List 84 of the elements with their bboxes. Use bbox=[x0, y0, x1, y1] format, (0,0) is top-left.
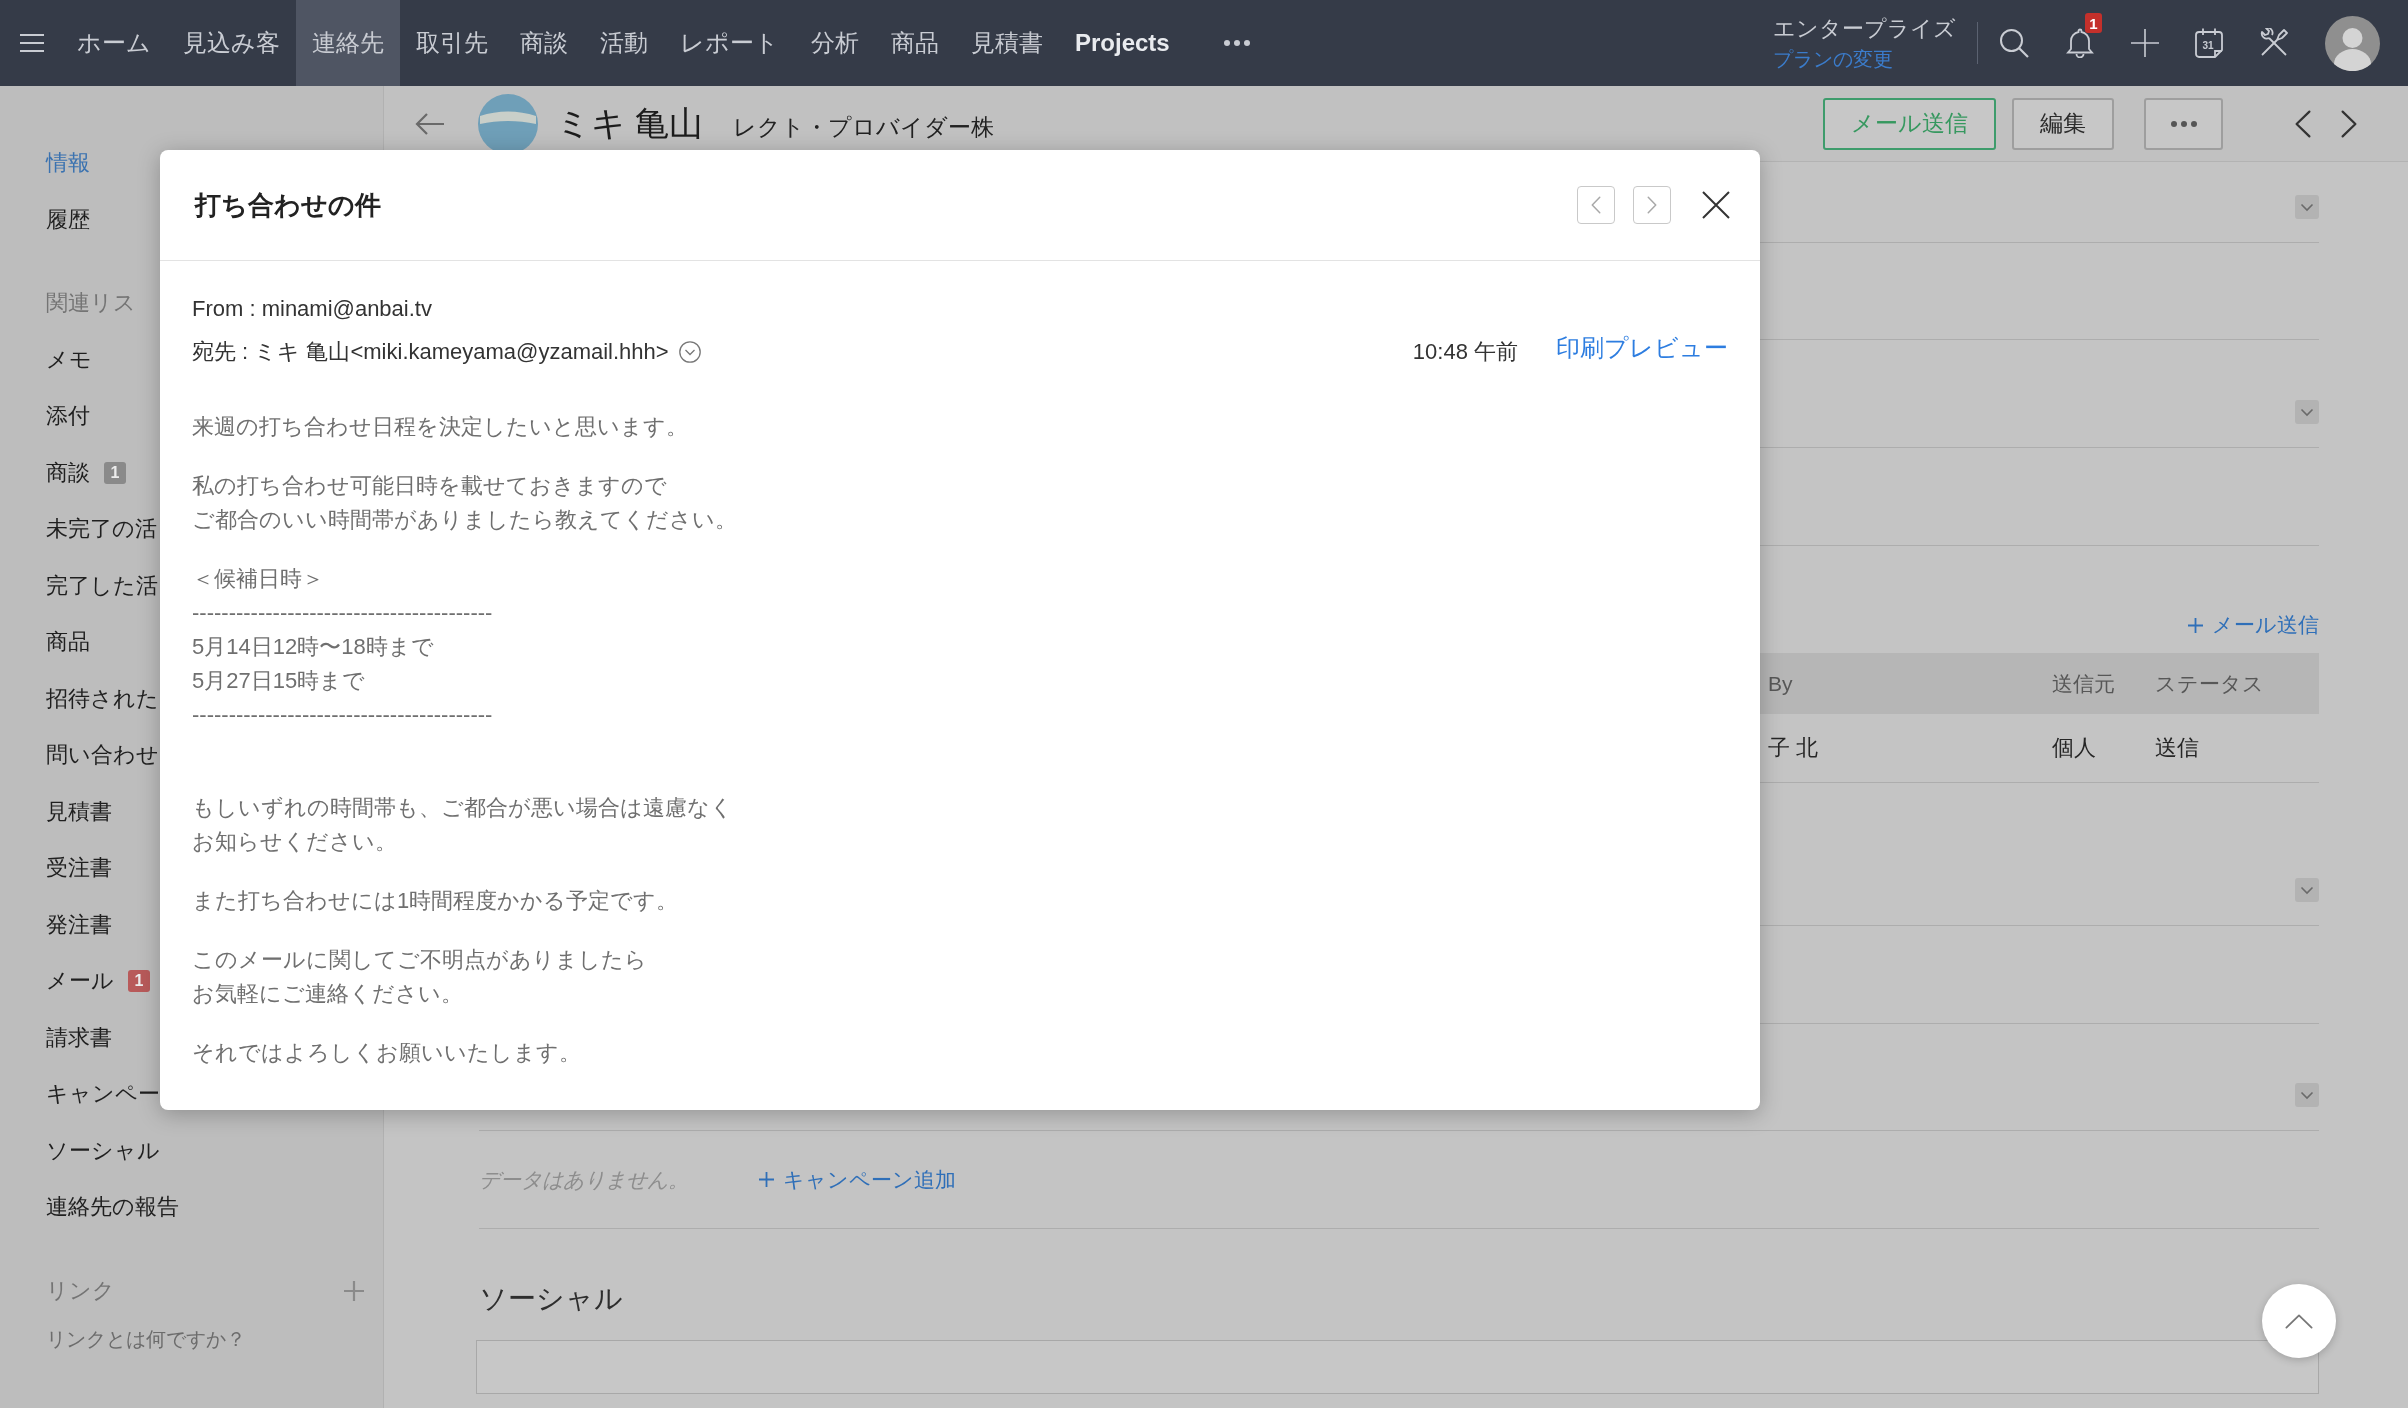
print-preview-link[interactable]: 印刷プレビュー bbox=[1556, 332, 1728, 364]
sidebar-link[interactable]: 連絡先の報告 bbox=[46, 1192, 179, 1223]
email-line: ご都合のいい時間帯がありましたら教えてください。 bbox=[192, 506, 737, 534]
edit-button[interactable]: 編集 bbox=[2012, 97, 2114, 150]
dialog-title: 打ち合わせの件 bbox=[195, 188, 381, 222]
nav-tab[interactable]: 商談 bbox=[504, 0, 584, 86]
section-heading: 関連リス bbox=[46, 289, 136, 318]
sidebar-link[interactable]: 発注書 bbox=[46, 909, 112, 940]
email-line: お気軽にご連絡ください。 bbox=[192, 980, 463, 1008]
sidebar-link[interactable]: 招待された bbox=[46, 683, 159, 714]
contact-avatar bbox=[478, 94, 538, 150]
sidebar-link[interactable]: ソーシャル bbox=[46, 1135, 160, 1166]
section-heading: リンク bbox=[46, 1276, 115, 1305]
nav-tab[interactable]: 商品 bbox=[875, 0, 955, 86]
calendar-icon[interactable]: 31 bbox=[2195, 28, 2223, 58]
menu-icon[interactable] bbox=[20, 34, 44, 52]
sidebar-link[interactable]: 請求書 bbox=[46, 1022, 112, 1053]
sent-time: 10:48 午前 bbox=[1412, 338, 1518, 366]
count-badge: 1 bbox=[104, 461, 126, 484]
search-icon[interactable] bbox=[1999, 28, 2029, 58]
email-line: また打ち合わせには1時間程度かかる予定です。 bbox=[192, 887, 679, 915]
nav-tab[interactable]: 活動 bbox=[584, 0, 664, 86]
chevron-left-icon[interactable] bbox=[2295, 109, 2311, 138]
plus-icon bbox=[2188, 617, 2203, 633]
nav-tab[interactable]: 見込み客 bbox=[167, 0, 296, 86]
edition-label: エンタープライズ bbox=[1773, 14, 1956, 43]
nav-tab[interactable]: 連絡先 bbox=[296, 0, 400, 86]
plus-icon[interactable] bbox=[2131, 29, 2159, 57]
plus-icon bbox=[759, 1172, 774, 1187]
sidebar-link[interactable]: 完了した活 bbox=[46, 570, 158, 601]
email-line: 私の打ち合わせ可能日時を載せておきますので bbox=[192, 472, 667, 500]
chevron-right-icon bbox=[1647, 196, 1657, 214]
more-button[interactable] bbox=[2144, 97, 2223, 150]
nav-tab[interactable]: 取引先 bbox=[400, 0, 504, 86]
sender-text: From : minami@anbai.tv bbox=[192, 295, 432, 323]
table-cell-text: 送信 bbox=[2155, 734, 2199, 762]
recipient-text: 宛先 : ミキ 亀山<miki.kameyama@yzamail.hhh> bbox=[192, 338, 669, 366]
count-badge: 1 bbox=[128, 970, 150, 993]
more-icon[interactable] bbox=[1223, 40, 1250, 46]
tools-icon[interactable] bbox=[2259, 28, 2289, 58]
email-line: このメールに関してご不明点がありましたら bbox=[192, 946, 647, 974]
account-name: レクト・プロバイダー株 bbox=[733, 113, 995, 142]
chevron-circle-icon[interactable] bbox=[678, 341, 701, 363]
chevron-right-icon[interactable] bbox=[2341, 109, 2357, 138]
nav-tab[interactable]: 見積書 bbox=[955, 0, 1059, 86]
close-icon[interactable] bbox=[1702, 191, 1730, 219]
sidebar-link[interactable]: 受注書 bbox=[46, 853, 112, 884]
sidebar-link[interactable]: 問い合わせ bbox=[46, 740, 159, 771]
nav-tab[interactable]: ホーム bbox=[61, 0, 167, 86]
record-name: ミキ 亀山 bbox=[556, 102, 704, 144]
sidebar-link[interactable]: メモ bbox=[46, 344, 92, 375]
sidebar-link[interactable]: 未完了の活 bbox=[46, 514, 157, 545]
nav-tab[interactable]: Projects bbox=[1059, 0, 1186, 86]
email-line: もしいずれの時間帯も、ご都合が悪い場合は遠慮なく bbox=[192, 794, 733, 822]
chevron-up-icon bbox=[2285, 1313, 2313, 1329]
more-icon bbox=[2170, 120, 2197, 127]
section-title: ソーシャル bbox=[479, 1282, 623, 1316]
bell-icon[interactable] bbox=[2065, 28, 2095, 58]
table-cell-text: 個人 bbox=[2052, 734, 2096, 762]
sidebar-link[interactable]: 添付 bbox=[46, 401, 90, 432]
table-cell-text: 子 北 bbox=[1768, 734, 1819, 762]
column-header: ステータス bbox=[2155, 670, 2264, 697]
sidebar-link[interactable]: キャンペー bbox=[46, 1079, 160, 1110]
email-line: 5月27日15時まで bbox=[192, 667, 366, 695]
column-header: 送信元 bbox=[2052, 670, 2115, 697]
email-line: お知らせください。 bbox=[192, 828, 397, 856]
column-header: By bbox=[1768, 671, 1793, 696]
profile-avatar[interactable] bbox=[2325, 15, 2380, 71]
chevron-left-icon bbox=[1591, 196, 1601, 214]
nav-tab[interactable]: 分析 bbox=[795, 0, 875, 86]
email-line: ----------------------------------------- bbox=[192, 701, 493, 729]
back-arrow-icon[interactable] bbox=[415, 111, 445, 136]
sidebar-link[interactable]: 商品 bbox=[46, 627, 90, 658]
email-line: 5月14日12時〜18時まで bbox=[192, 633, 434, 661]
nav-tab[interactable]: レポート bbox=[664, 0, 795, 86]
sidebar-tab[interactable]: 履歴 bbox=[46, 191, 90, 248]
email-line: 来週の打ち合わせ日程を決定したいと思います。 bbox=[192, 413, 688, 441]
email-line: ＜候補日時＞ bbox=[192, 565, 324, 593]
notification-badge: 1 bbox=[2085, 13, 2102, 33]
sidebar-link[interactable]: 商談 bbox=[46, 457, 90, 488]
email-line: それではよろしくお願いいたします。 bbox=[192, 1039, 581, 1067]
sidebar-link[interactable]: 見積書 bbox=[46, 796, 112, 827]
email-line: ----------------------------------------- bbox=[192, 599, 493, 627]
sidebar-link[interactable]: メール bbox=[46, 966, 114, 997]
